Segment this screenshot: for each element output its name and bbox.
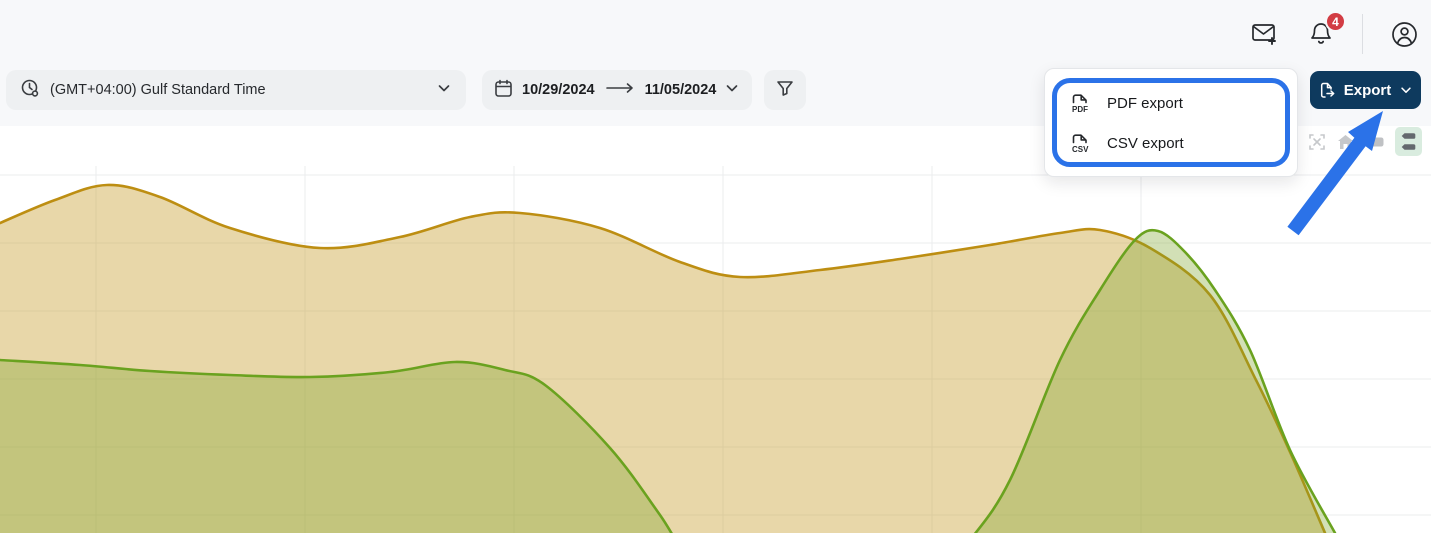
range-arrow-icon [605, 81, 635, 99]
export-button[interactable]: Export [1310, 71, 1421, 109]
pdf-file-icon: PDF [1069, 92, 1091, 115]
user-avatar-icon[interactable] [1389, 19, 1419, 49]
timezone-select[interactable]: (GMT+04:00) Gulf Standard Time [6, 70, 466, 110]
timezone-label: (GMT+04:00) Gulf Standard Time [50, 82, 266, 98]
csv-file-icon: CSV [1069, 132, 1091, 155]
timezone-clock-icon [20, 78, 40, 103]
export-dropdown-menu: PDF PDF export CSV CSV export [1044, 68, 1298, 177]
menu-item-label: PDF export [1107, 95, 1183, 112]
filter-funnel-icon [776, 79, 794, 102]
notification-count-badge: 4 [1325, 11, 1346, 32]
mail-plus-icon[interactable] [1250, 19, 1280, 49]
traffic-area-chart [0, 126, 1431, 533]
date-range-picker[interactable]: 10/29/2024 11/05/2024 [482, 70, 752, 110]
notifications-bell-icon[interactable]: 4 [1306, 19, 1336, 49]
start-date: 10/29/2024 [522, 82, 595, 98]
menu-item-csv-export[interactable]: CSV CSV export [1069, 125, 1273, 161]
calendar-icon [494, 78, 513, 103]
chevron-down-icon [724, 80, 740, 101]
export-button-label: Export [1344, 82, 1392, 99]
topbar-icon-cluster: 4 [1250, 12, 1419, 56]
chevron-down-icon [1399, 83, 1413, 97]
topbar-divider [1362, 14, 1363, 54]
menu-item-label: CSV export [1107, 135, 1184, 152]
chevron-down-icon [436, 80, 452, 101]
filter-button[interactable] [764, 70, 806, 110]
menu-item-pdf-export[interactable]: PDF PDF export [1069, 85, 1273, 121]
svg-text:CSV: CSV [1072, 145, 1089, 154]
export-file-icon [1318, 81, 1336, 100]
end-date: 11/05/2024 [645, 82, 717, 98]
svg-text:PDF: PDF [1072, 105, 1088, 114]
